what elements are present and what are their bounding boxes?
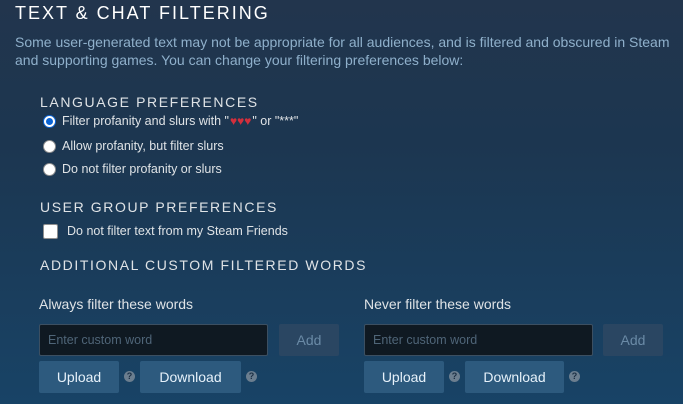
user-group-preferences-heading: USER GROUP PREFERENCES: [40, 199, 278, 215]
option-filter-all[interactable]: Filter profanity and slurs with "♥♥♥" or…: [43, 111, 298, 131]
language-preferences-heading: LANGUAGE PREFERENCES: [40, 94, 259, 110]
download-help-icon[interactable]: ?: [246, 371, 257, 382]
checkbox-label: Do not filter text from my Steam Friends: [67, 224, 288, 238]
option-label: Do not filter profanity or slurs: [62, 162, 222, 176]
section-title: TEXT & CHAT FILTERING: [15, 3, 270, 23]
option-label: Filter profanity and slurs with "♥♥♥" or…: [62, 114, 299, 128]
option-allow-profanity[interactable]: Allow profanity, but filter slurs: [43, 136, 224, 156]
hearts-icon: ♥♥♥: [230, 114, 252, 128]
always-download-button[interactable]: Download: [140, 361, 241, 393]
never-download-button[interactable]: Download: [465, 361, 564, 393]
checkbox-friends-unfiltered[interactable]: [43, 223, 58, 239]
always-upload-button[interactable]: Upload: [39, 361, 119, 393]
section-description: Some user-generated text may not be appr…: [15, 34, 670, 68]
never-filter-input[interactable]: [364, 324, 593, 356]
never-upload-button[interactable]: Upload: [364, 361, 444, 393]
radio-no-filter[interactable]: [43, 162, 56, 176]
always-add-button[interactable]: Add: [279, 324, 339, 356]
upload-help-icon[interactable]: ?: [124, 371, 135, 382]
download-help-icon[interactable]: ?: [569, 371, 580, 382]
option-friends-unfiltered[interactable]: Do not filter text from my Steam Friends: [43, 221, 288, 241]
custom-words-heading: ADDITIONAL CUSTOM FILTERED WORDS: [40, 257, 368, 273]
option-label: Allow profanity, but filter slurs: [62, 139, 224, 153]
never-filter-label: Never filter these words: [364, 296, 512, 312]
radio-filter-all[interactable]: [43, 114, 56, 128]
never-add-button[interactable]: Add: [603, 324, 663, 356]
always-filter-label: Always filter these words: [39, 296, 194, 312]
option-no-filter[interactable]: Do not filter profanity or slurs: [43, 159, 222, 179]
always-filter-input[interactable]: [39, 324, 268, 356]
radio-allow-profanity[interactable]: [43, 139, 56, 153]
upload-help-icon[interactable]: ?: [449, 371, 460, 382]
